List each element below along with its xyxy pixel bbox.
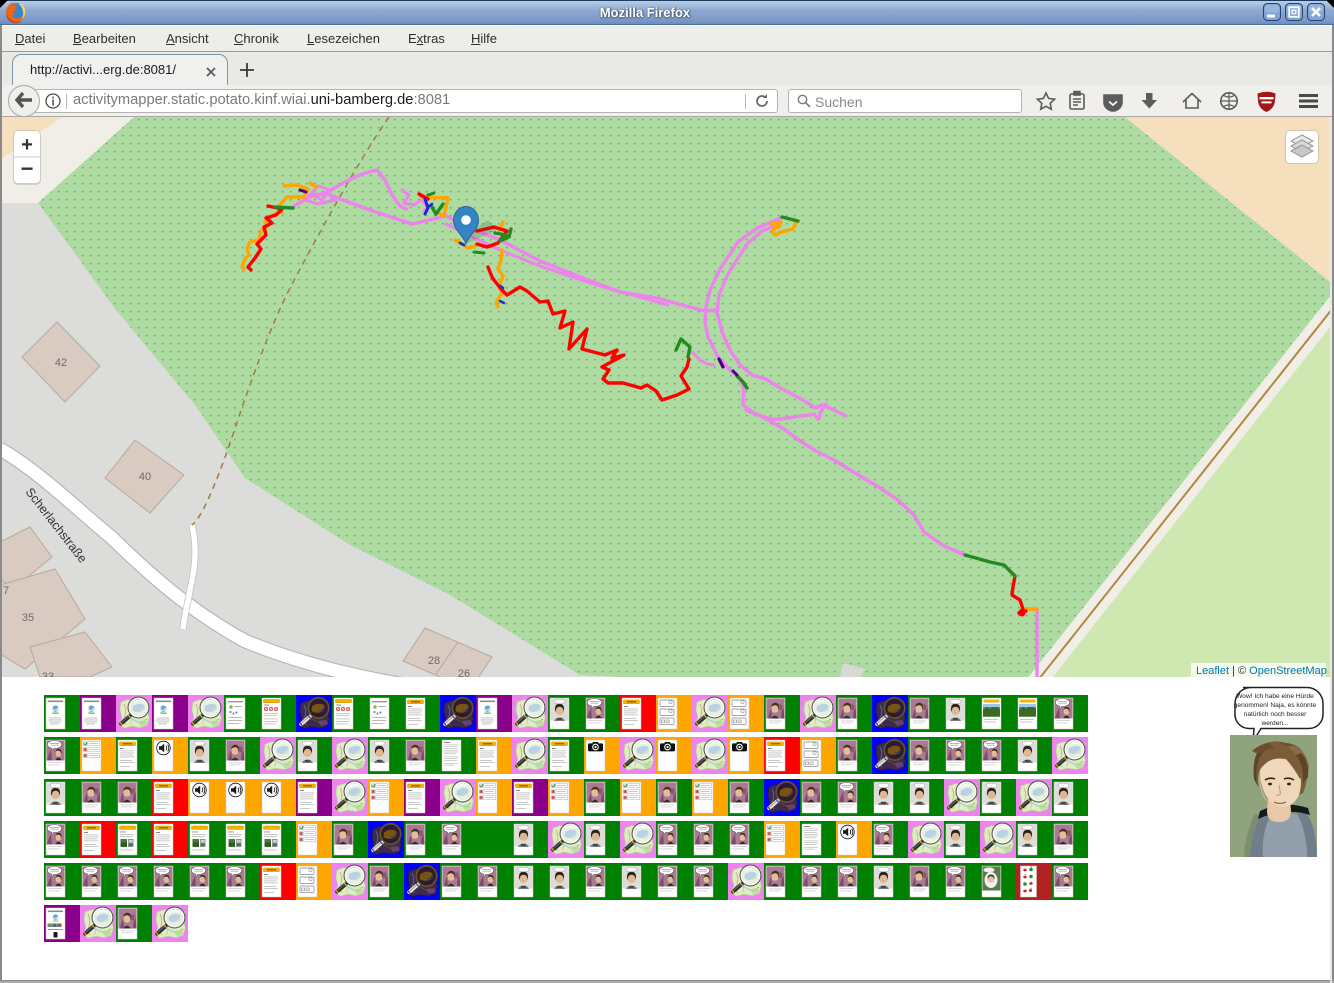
svg-text:genommen! Naja, es könnte: genommen! Naja, es könnte (1234, 702, 1317, 709)
svg-text:35: 35 (22, 612, 34, 624)
svg-text:−: − (21, 156, 34, 181)
svg-text:42: 42 (55, 357, 67, 369)
svg-text:26: 26 (458, 668, 470, 677)
svg-text:7: 7 (3, 585, 9, 597)
svg-text:Wow! Ich habe eine Hürde: Wow! Ich habe eine Hürde (1236, 693, 1314, 700)
svg-text:Leaflet | © OpenStreetMap: Leaflet | © OpenStreetMap (1196, 665, 1327, 677)
svg-text:28: 28 (428, 655, 440, 667)
svg-text:+: + (21, 134, 33, 156)
svg-text:natürlich noch besser: natürlich noch besser (1244, 711, 1307, 718)
svg-text:40: 40 (139, 471, 151, 483)
svg-text:werden...: werden... (1260, 720, 1288, 727)
